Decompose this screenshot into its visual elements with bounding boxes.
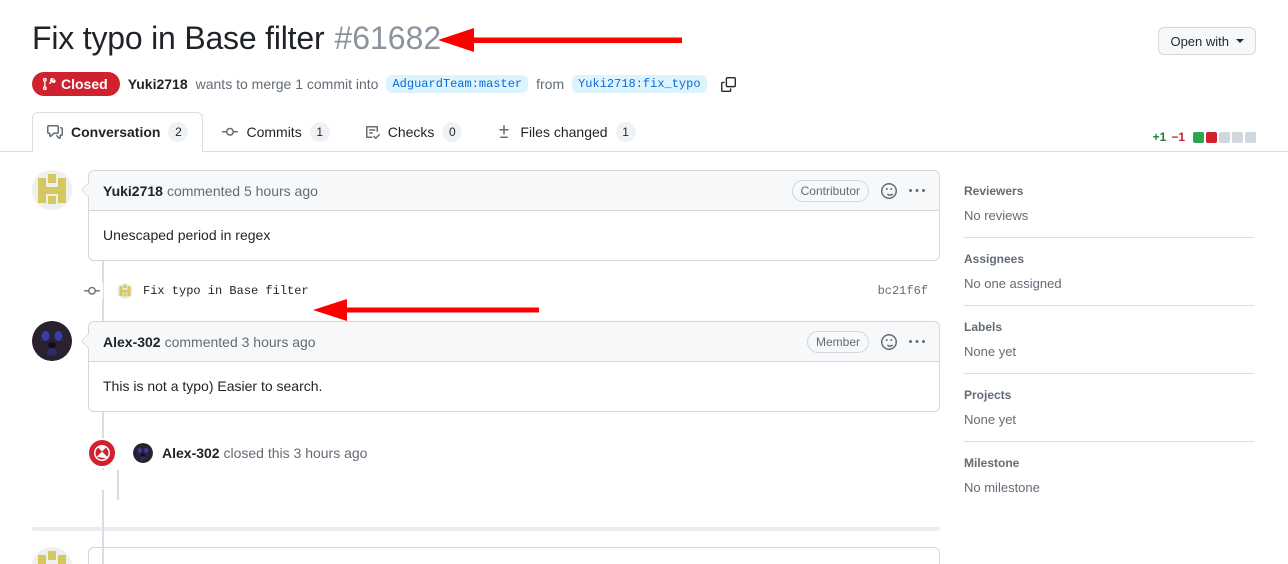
avatar[interactable] — [133, 443, 153, 463]
sidebar-title-projects[interactable]: Projects — [964, 388, 1254, 402]
sidebar-value-projects: None yet — [964, 412, 1017, 427]
tab-commits-count: 1 — [309, 122, 330, 142]
open-with-label: Open with — [1170, 33, 1229, 49]
avatar[interactable] — [32, 321, 72, 361]
pull-request-closed-icon — [42, 77, 56, 91]
smiley-icon[interactable] — [881, 333, 897, 350]
base-branch-chip[interactable]: AdguardTeam:master — [386, 75, 529, 93]
tab-commits-label: Commits — [246, 124, 302, 140]
identicon-yellow-icon — [32, 170, 72, 210]
pr-header: Fix typo in Base filter #61682 Open with… — [0, 0, 1288, 96]
author-role-badge: Contributor — [791, 179, 869, 202]
chevron-down-icon — [1236, 39, 1244, 43]
comment-body: This is not a typo) Easier to search. — [103, 378, 323, 394]
avatar[interactable] — [32, 547, 72, 564]
pr-author[interactable]: Yuki2718 — [128, 76, 188, 92]
sidebar-value-reviewers: No reviews — [964, 208, 1029, 223]
tab-files-changed-count: 1 — [615, 122, 636, 142]
page-title: Fix typo in Base filter — [32, 20, 325, 56]
identicon-yellow-icon — [32, 547, 72, 564]
git-commit-icon — [222, 124, 239, 140]
timeline-event-closed: Alex-302 closed this 3 hours ago — [87, 438, 940, 468]
comment-author[interactable]: Yuki2718 — [103, 183, 163, 199]
avatar[interactable] — [117, 283, 133, 299]
tab-checks-label: Checks — [387, 124, 435, 140]
status-badge-label: Closed — [61, 76, 108, 92]
timeline-rail — [102, 490, 104, 564]
conversation-timeline: Yuki2718 commented 5 hours ago Contribut… — [32, 170, 940, 564]
pr-meta-row: Closed Yuki2718 wants to merge 1 commit … — [32, 72, 1256, 96]
sidebar-section-milestone: Milestone No milestone — [964, 441, 1254, 509]
avatar-dark-blue-icon — [133, 443, 153, 463]
kebab-horizontal-icon[interactable] — [909, 183, 925, 199]
sidebar-section-labels: Labels None yet — [964, 305, 1254, 373]
identicon-yellow-icon — [117, 283, 133, 299]
comment-body: Unescaped period in regex — [103, 227, 271, 243]
title-row: Fix typo in Base filter #61682 — [32, 18, 1256, 58]
open-with-button[interactable]: Open with — [1158, 27, 1256, 55]
avatar[interactable] — [32, 170, 72, 210]
git-commit-node-icon — [81, 283, 103, 299]
comment-item: Yuki2718 commented 5 hours ago Contribut… — [32, 170, 940, 261]
comment-item: Alex-302 commented 3 hours ago Member Th… — [32, 321, 940, 412]
sidebar-title-labels[interactable]: Labels — [964, 320, 1254, 334]
copy-glyph-icon — [721, 76, 737, 92]
tab-files-changed[interactable]: Files changed 1 — [481, 112, 650, 152]
comment-box: Alex-302 commented 3 hours ago Member Th… — [81, 321, 940, 412]
comment-timestamp: commented 3 hours ago — [164, 333, 316, 350]
sidebar-section-assignees: Assignees No one assigned — [964, 237, 1254, 305]
pr-tabs: Conversation 2 Commits 1 Checks 0 Files … — [32, 112, 1256, 153]
avatar-dark-blue-icon — [32, 321, 72, 361]
comment-timestamp: commented 5 hours ago — [166, 182, 318, 199]
tab-commits[interactable]: Commits 1 — [207, 112, 344, 152]
new-comment-input[interactable] — [88, 547, 940, 564]
sidebar-title-milestone[interactable]: Milestone — [964, 456, 1254, 470]
tab-conversation-count: 2 — [168, 122, 189, 142]
comment-header: Alex-302 commented 3 hours ago Member — [89, 322, 939, 362]
checklist-icon — [364, 124, 380, 140]
comment-discussion-icon — [47, 124, 63, 140]
copy-icon[interactable] — [719, 74, 739, 94]
kebab-horizontal-icon[interactable] — [909, 334, 925, 350]
sidebar-section-reviewers: Reviewers No reviews — [964, 184, 1254, 237]
sidebar-value-labels: None yet — [964, 344, 1017, 359]
author-role-badge: Member — [806, 330, 869, 353]
closed-circle-slash-icon — [87, 438, 117, 468]
tab-conversation-label: Conversation — [71, 124, 161, 140]
event-text: Alex-302 closed this 3 hours ago — [162, 445, 367, 461]
pr-number: #61682 — [334, 20, 442, 56]
smiley-icon[interactable] — [881, 182, 897, 199]
merge-description: wants to merge 1 commit into — [195, 76, 379, 92]
commit-row: Fix typo in Base filter bc21f6f — [81, 275, 940, 307]
tab-checks-count: 0 — [442, 122, 463, 142]
pull-request-page: Fix typo in Base filter #61682 Open with… — [0, 0, 1288, 564]
timeline-rail — [117, 470, 119, 500]
sidebar-value-assignees: No one assigned — [964, 276, 1062, 291]
sidebar-value-milestone: No milestone — [964, 480, 1040, 495]
from-label: from — [536, 76, 565, 92]
new-comment-row — [0, 531, 1288, 564]
sidebar-title-reviewers[interactable]: Reviewers — [964, 184, 1254, 198]
head-branch-chip[interactable]: Yuki2718:fix_typo — [572, 75, 707, 93]
status-badge: Closed — [32, 72, 120, 96]
pr-sidebar: Reviewers No reviews Assignees No one as… — [964, 170, 1254, 509]
comment-author[interactable]: Alex-302 — [103, 334, 161, 350]
pr-tabs-bar: Conversation 2 Commits 1 Checks 0 Files … — [0, 112, 1288, 153]
sidebar-title-assignees[interactable]: Assignees — [964, 252, 1254, 266]
comment-box: Yuki2718 commented 5 hours ago Contribut… — [81, 170, 940, 261]
tab-files-changed-label: Files changed — [520, 124, 608, 140]
event-description: closed this 3 hours ago — [223, 445, 368, 461]
tab-checks[interactable]: Checks 0 — [349, 112, 478, 152]
tab-conversation[interactable]: Conversation 2 — [32, 112, 204, 153]
diff-icon — [496, 124, 512, 140]
comment-header: Yuki2718 commented 5 hours ago Contribut… — [89, 171, 939, 211]
commit-sha[interactable]: bc21f6f — [878, 284, 940, 298]
commit-message[interactable]: Fix typo in Base filter — [143, 284, 309, 298]
event-actor[interactable]: Alex-302 — [162, 445, 220, 461]
sidebar-section-projects: Projects None yet — [964, 373, 1254, 441]
pr-body: Yuki2718 commented 5 hours ago Contribut… — [0, 152, 1288, 564]
